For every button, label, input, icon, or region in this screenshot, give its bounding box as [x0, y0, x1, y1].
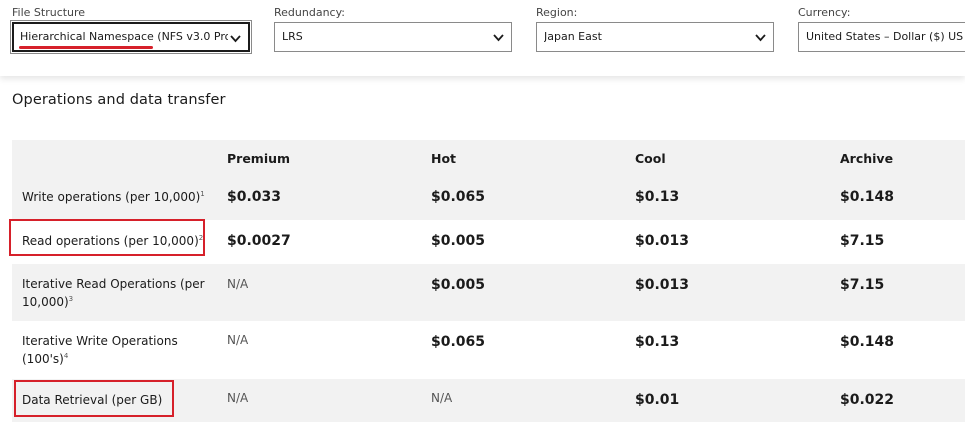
price-cool: $0.013	[635, 277, 690, 293]
row-label-iterative-write-operations: Iterative Write Operations (100's)4	[22, 334, 178, 366]
price-archive: $0.022	[840, 392, 895, 408]
row-label-data-retrieval: Data Retrieval (per GB)	[22, 393, 163, 407]
highlight-underline	[19, 46, 153, 49]
price-hot: $0.005	[431, 233, 486, 249]
region-label: Region:	[536, 6, 578, 19]
price-premium: $0.0027	[227, 233, 291, 249]
section-title: Operations and data transfer	[12, 92, 226, 108]
table-row: Write operations (per 10,000)1 $0.033 $0…	[12, 177, 965, 220]
currency-value: United States – Dollar ($) USD	[806, 30, 964, 43]
table-row: Iterative Write Operations (100's)4 N/A $…	[12, 321, 965, 379]
price-cool: $0.13	[635, 189, 680, 205]
redundancy-label: Redundancy:	[274, 6, 346, 19]
column-header-premium: Premium	[227, 151, 291, 166]
region-select[interactable]: Japan East	[536, 22, 774, 52]
row-label-iterative-read-operations: Iterative Read Operations (per 10,000)3	[22, 277, 205, 309]
file-structure-select[interactable]: Hierarchical Namespace (NFS v3.0 Protoco…	[10, 20, 252, 54]
filter-bar: File Structure Hierarchical Namespace (N…	[0, 0, 965, 76]
price-hot: N/A	[431, 391, 453, 405]
redundancy-filter: Redundancy: LRS	[274, 6, 512, 52]
price-cool: $0.01	[635, 392, 680, 408]
price-hot: $0.065	[431, 334, 486, 350]
region-filter: Region: Japan East	[536, 6, 774, 52]
price-hot: $0.005	[431, 277, 486, 293]
region-value: Japan East	[544, 30, 602, 43]
row-label-write-operations: Write operations (per 10,000)1	[22, 190, 205, 204]
file-structure-label: File Structure	[12, 6, 86, 19]
table-row: Iterative Read Operations (per 10,000)3 N…	[12, 264, 965, 321]
currency-label: Currency:	[798, 6, 851, 19]
price-premium: N/A	[227, 277, 249, 291]
row-label-read-operations: Read operations (per 10,000)2	[22, 234, 204, 248]
pricing-table: Premium Hot Cool Archive Write operation…	[12, 140, 965, 422]
file-structure-filter: File Structure Hierarchical Namespace (N…	[10, 6, 252, 54]
chevron-down-icon	[493, 34, 504, 42]
price-premium: N/A	[227, 333, 249, 347]
currency-select[interactable]: United States – Dollar ($) USD	[798, 22, 965, 52]
price-archive: $7.15	[840, 277, 885, 293]
column-header-archive: Archive	[840, 151, 894, 166]
chevron-down-icon	[230, 35, 241, 43]
column-header-hot: Hot	[431, 151, 457, 166]
price-archive: $0.148	[840, 189, 895, 205]
redundancy-value: LRS	[282, 30, 303, 43]
price-premium: $0.033	[227, 189, 282, 205]
table-header-row: Premium Hot Cool Archive	[12, 140, 965, 177]
price-archive: $7.15	[840, 233, 885, 249]
price-archive: $0.148	[840, 334, 895, 350]
price-hot: $0.065	[431, 189, 486, 205]
table-row: Read operations (per 10,000)2 $0.0027 $0…	[12, 220, 965, 264]
table-row: Data Retrieval (per GB) N/A N/A $0.01 $0…	[12, 379, 965, 422]
price-cool: $0.13	[635, 334, 680, 350]
chevron-down-icon	[755, 34, 766, 42]
column-header-cool: Cool	[635, 151, 666, 166]
price-cool: $0.013	[635, 233, 690, 249]
redundancy-select[interactable]: LRS	[274, 22, 512, 52]
currency-filter: Currency: United States – Dollar ($) USD	[798, 6, 965, 52]
price-premium: N/A	[227, 391, 249, 405]
